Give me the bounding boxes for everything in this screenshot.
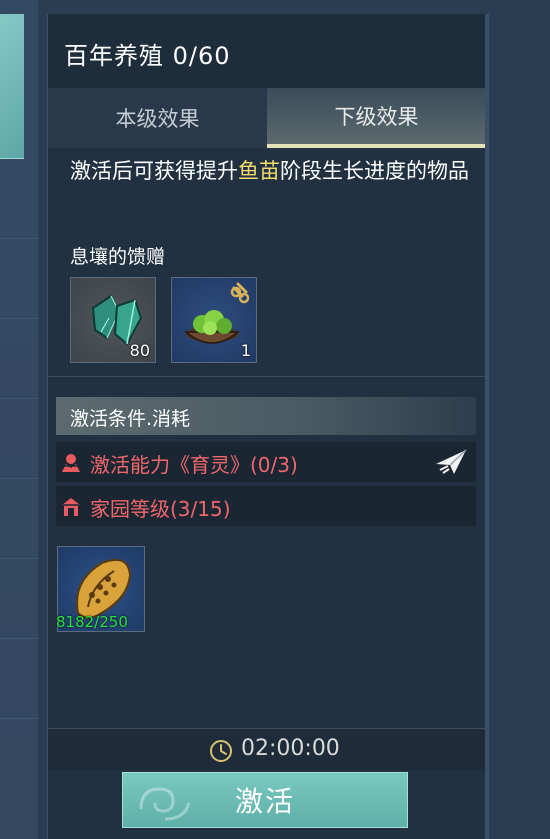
- cost-item-count: 8182/250: [56, 613, 128, 631]
- condition-home-level-text: 家园等级(3/15): [90, 497, 231, 521]
- reward-item-fish-fry[interactable]: 1: [171, 277, 257, 363]
- clock-icon: [210, 740, 232, 762]
- condition-ability-text: 激活能力《育灵》(0/3): [90, 453, 298, 477]
- title-bar: 百年养殖 0/60: [48, 14, 486, 88]
- reward-item-count: 80: [129, 341, 150, 360]
- description-text-end: 阶段生长进度的物品: [280, 159, 469, 183]
- effect-description: 激活后可获得提升鱼苗阶段生长进度的物品: [70, 156, 480, 186]
- panel-right-edge: [485, 14, 489, 839]
- home-icon: [62, 498, 80, 516]
- reward-item-crystal[interactable]: 80: [70, 277, 156, 363]
- effect-tabs: 本级效果 下级效果: [48, 88, 486, 148]
- description-text-start: 激活后可获得提升: [70, 159, 238, 183]
- reward-label: 息壤的馈赠: [70, 246, 166, 268]
- section-divider: [48, 376, 486, 377]
- ability-icon: [62, 454, 80, 472]
- skill-detail-panel: 百年养殖 0/60 本级效果 下级效果 激活后可获得提升鱼苗阶段生长进度的物品 …: [47, 14, 486, 839]
- footer-divider: [48, 728, 486, 729]
- condition-row-ability: 激活能力《育灵》(0/3): [56, 442, 476, 482]
- activate-button[interactable]: 激活: [122, 772, 408, 828]
- description-highlight: 鱼苗: [238, 159, 280, 183]
- send-icon[interactable]: [434, 448, 468, 476]
- condition-row-home-level: 家园等级(3/15): [56, 486, 476, 526]
- swirl-decoration-icon: [139, 787, 191, 821]
- conditions-header-label: 激活条件.消耗: [70, 408, 191, 430]
- activation-timer: 02:00:00: [241, 736, 340, 761]
- activate-button-label: 激活: [234, 785, 295, 818]
- tab-current-level-effect[interactable]: 本级效果: [48, 88, 267, 148]
- reward-item-count: 1: [240, 341, 251, 360]
- cost-item-golden-shell[interactable]: 8182/250: [56, 546, 145, 632]
- panel-title: 百年养殖 0/60: [64, 42, 231, 70]
- background-left-card: [0, 14, 24, 159]
- tab-next-level-effect[interactable]: 下级效果: [267, 88, 486, 148]
- conditions-header: 激活条件.消耗: [56, 397, 476, 435]
- timer-row: 02:00:00: [48, 730, 486, 770]
